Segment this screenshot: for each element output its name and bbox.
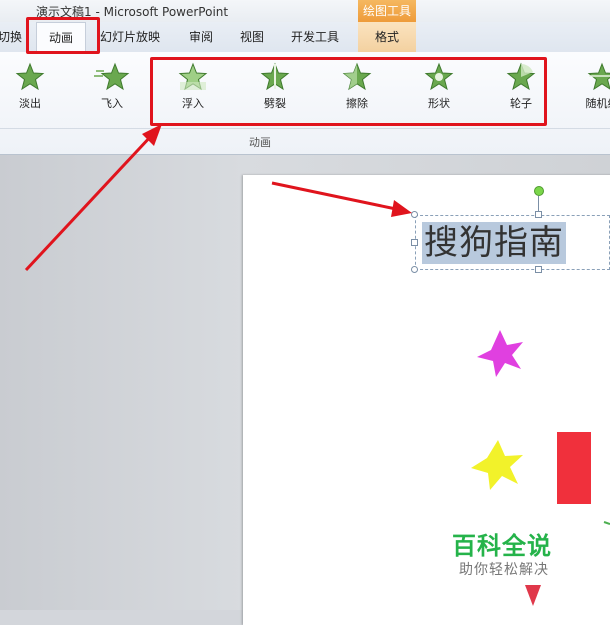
annotation-arrows bbox=[24, 124, 412, 272]
watermark-subtitle: 助你轻松解决 bbox=[459, 562, 549, 578]
arrow-to-textbox-head bbox=[391, 200, 412, 217]
arrow-to-textbox bbox=[271, 181, 397, 211]
watermark-title: 百科全说 bbox=[452, 532, 552, 560]
arrow-to-gallery bbox=[24, 133, 154, 272]
